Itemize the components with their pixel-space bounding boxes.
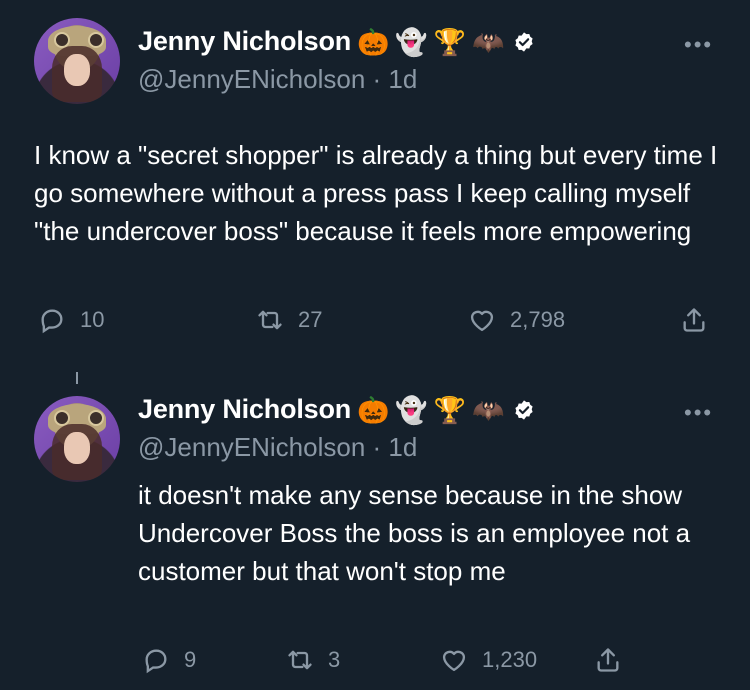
author-handle[interactable]: @JennyENicholson <box>138 432 365 462</box>
retweet-count: 27 <box>298 307 323 332</box>
verified-badge-icon <box>514 399 533 420</box>
bat-icon: 🦇 <box>472 394 505 425</box>
author-name-row: Jenny Nicholson 🎃 👻 🏆 🦇 <box>138 26 535 57</box>
retweet-count: 3 <box>328 647 341 672</box>
author-name[interactable]: Jenny Nicholson <box>138 26 351 57</box>
reply-button[interactable]: 9 <box>142 646 196 674</box>
trophy-icon: 🏆 <box>433 394 467 425</box>
author-avatar[interactable] <box>34 18 120 104</box>
reply-button[interactable]: 10 <box>38 306 104 334</box>
heart-icon <box>470 310 494 332</box>
more-options-icon[interactable]: ••• <box>684 400 713 426</box>
author-name-row: Jenny Nicholson 🎃 👻 🏆 🦇 <box>138 394 535 425</box>
author-handle-row: @JennyENicholson · 1d <box>138 64 417 95</box>
pumpkin-icon: 🎃 <box>357 394 390 425</box>
reply-icon <box>145 649 167 674</box>
thread-connector <box>76 372 78 384</box>
author-avatar[interactable] <box>34 396 120 482</box>
retweet-button[interactable]: 3 <box>286 646 340 674</box>
reply-count: 10 <box>80 307 105 332</box>
share-button[interactable] <box>680 306 722 334</box>
verified-badge-icon <box>514 31 533 52</box>
tweet-text: it doesn't make any sense because in the… <box>138 480 691 586</box>
like-count: 2,798 <box>510 307 566 332</box>
more-options-icon[interactable]: ••• <box>684 32 713 58</box>
retweet-icon <box>258 310 282 330</box>
bat-icon: 🦇 <box>472 26 505 57</box>
share-icon <box>683 308 705 332</box>
tweet-text: I know a "secret shopper" is already a t… <box>34 140 718 246</box>
like-button[interactable]: 1,230 <box>440 646 537 674</box>
like-button[interactable]: 2,798 <box>468 306 565 334</box>
separator-dot: · <box>365 432 389 462</box>
trophy-icon: 🏆 <box>433 26 467 57</box>
author-name[interactable]: Jenny Nicholson <box>138 394 351 425</box>
share-button[interactable] <box>594 646 636 674</box>
heart-icon <box>442 650 466 672</box>
ghost-icon: 👻 <box>395 394 428 425</box>
timestamp[interactable]: 1d <box>388 432 417 462</box>
ghost-icon: 👻 <box>395 26 428 57</box>
reply-icon <box>41 309 63 334</box>
reply-count: 9 <box>184 647 197 672</box>
share-icon <box>597 648 619 672</box>
like-count: 1,230 <box>482 647 538 672</box>
separator-dot: · <box>365 64 389 94</box>
retweet-icon <box>288 650 312 670</box>
pumpkin-icon: 🎃 <box>357 26 390 57</box>
timestamp[interactable]: 1d <box>388 64 417 94</box>
author-handle[interactable]: @JennyENicholson <box>138 64 365 94</box>
retweet-button[interactable]: 27 <box>256 306 322 334</box>
author-handle-row: @JennyENicholson · 1d <box>138 432 417 463</box>
